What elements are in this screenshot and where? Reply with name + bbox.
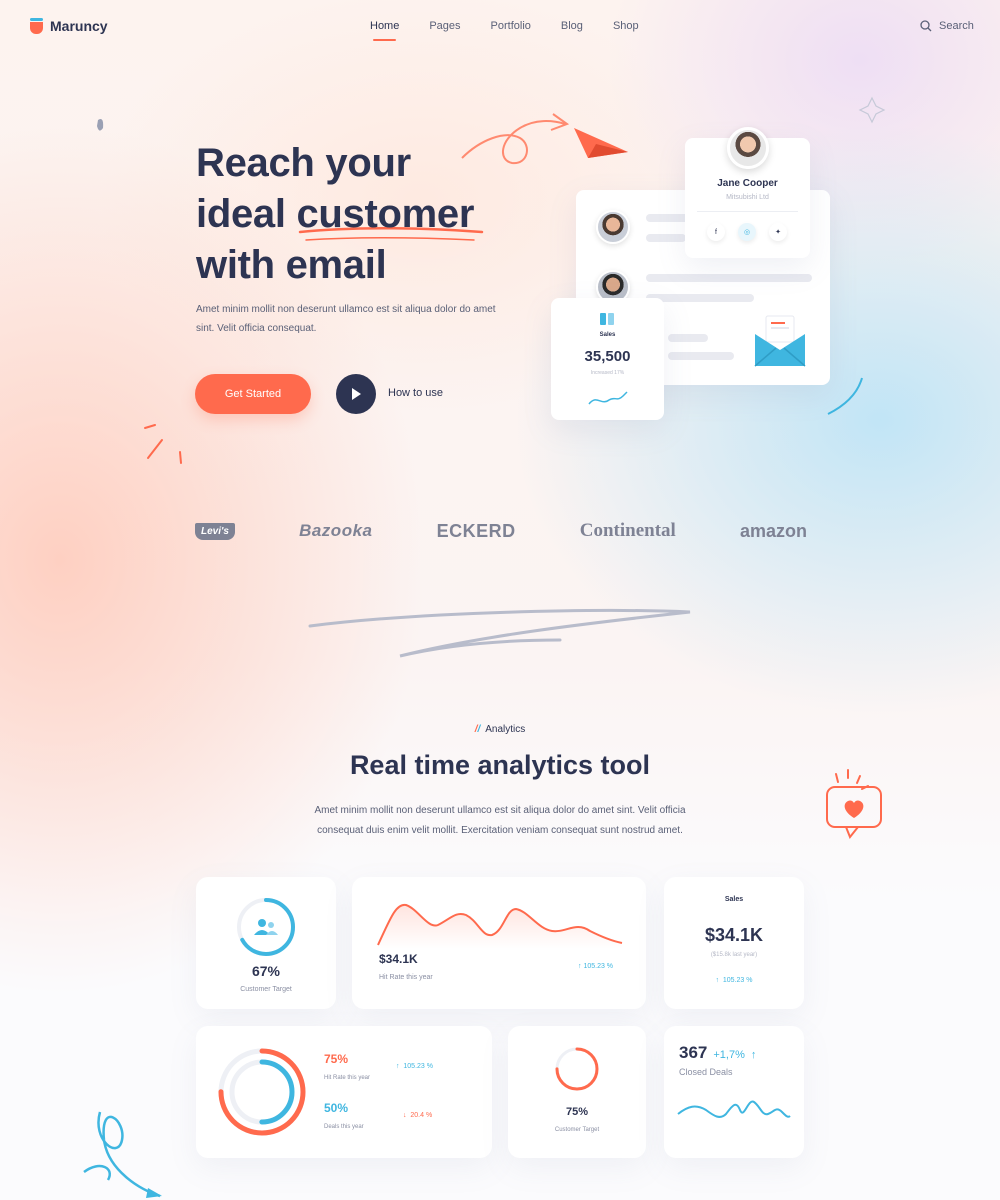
placeholder-line bbox=[668, 334, 708, 342]
customer-target-2-value: 75% bbox=[565, 1106, 589, 1118]
progress-ring bbox=[237, 898, 295, 956]
sales-card-change: ↑ 105.23 % bbox=[664, 977, 804, 984]
facebook-icon[interactable]: f bbox=[707, 223, 725, 241]
instagram-icon[interactable]: ◎ bbox=[738, 223, 756, 241]
kicker-label: Analytics bbox=[485, 724, 526, 735]
profile-name: Jane Cooper bbox=[717, 178, 778, 189]
ring-hit-rate-value: 75% bbox=[324, 1052, 349, 1066]
ring-deals-value: 50% bbox=[324, 1101, 349, 1115]
brand-logo[interactable]: Maruncy bbox=[30, 18, 108, 34]
brand-name: Maruncy bbox=[50, 18, 108, 34]
envelope-icon bbox=[754, 315, 806, 367]
arrow-down-icon: ↓ bbox=[403, 1112, 407, 1119]
sales-label: Sales bbox=[599, 332, 616, 338]
placeholder-line bbox=[646, 234, 686, 242]
logo-cup-icon bbox=[30, 18, 43, 34]
hero-description: Amet minim mollit non deserunt ullamco e… bbox=[196, 304, 496, 334]
customer-target-card: 67% Customer Target bbox=[196, 877, 336, 1009]
nav-item-portfolio[interactable]: Portfolio bbox=[491, 20, 531, 32]
levis-logo: Levi's bbox=[195, 522, 235, 540]
profile-company: Mitsubishi Ltd bbox=[726, 194, 769, 201]
continental-logo: Continental bbox=[579, 520, 676, 541]
arrow-up-icon: ↑ bbox=[715, 977, 720, 984]
nav-item-home[interactable]: Home bbox=[370, 20, 399, 41]
how-to-use-link[interactable]: How to use bbox=[388, 387, 443, 399]
progress-ring bbox=[555, 1047, 599, 1091]
placeholder-line bbox=[646, 274, 812, 282]
ring-deals-change-value: 20.4 % bbox=[410, 1112, 433, 1119]
search-button[interactable]: Search bbox=[920, 20, 974, 32]
customer-target-2-label: Customer Target bbox=[554, 1127, 600, 1133]
play-icon bbox=[352, 388, 361, 400]
arrow-up-icon: ↑ bbox=[396, 1063, 400, 1070]
sales-card-sub: ($15.8k last year) bbox=[710, 952, 758, 958]
hero-title: Reach your ideal customer with email bbox=[196, 138, 536, 291]
sales-card: Sales $34.1K ($15.8k last year) ↑ 105.23… bbox=[664, 877, 804, 1009]
customer-target-label: Customer Target bbox=[240, 986, 292, 993]
closed-deals-card: 367 +1,7% ↑ Closed Deals bbox=[664, 1026, 804, 1158]
section-title: Real time analytics tool bbox=[349, 750, 651, 780]
closed-deals-sparkline bbox=[677, 1100, 791, 1118]
closed-deals-header: 367 +1,7% ↑ bbox=[679, 1043, 756, 1063]
hero-title-line-2: ideal customer bbox=[196, 192, 475, 236]
divider bbox=[697, 211, 798, 212]
double-ring-chart bbox=[218, 1048, 306, 1136]
hit-rate-card: $34.1K Hit Rate this year ↑ 105.23 % bbox=[352, 877, 646, 1009]
sales-card-change-value: 105.23 % bbox=[722, 977, 753, 984]
rings-card: 75% Hit Rate this year ↑ 105.23 % 50% De… bbox=[196, 1026, 492, 1158]
customer-target-value: 67% bbox=[251, 963, 281, 979]
main-nav: Home Pages Portfolio Blog Shop bbox=[370, 20, 639, 41]
hero-title-line-1: Reach your bbox=[196, 141, 411, 185]
brand-logos: Levi's Bazooka ECKERD Continental amazon bbox=[195, 520, 807, 542]
ring-deals-label: Deals this year bbox=[324, 1124, 364, 1130]
ring-hit-rate-change-value: 105.23 % bbox=[403, 1063, 433, 1070]
nav-item-pages[interactable]: Pages bbox=[429, 20, 460, 32]
sales-mini-card: Sales 35,500 Increased 17% bbox=[551, 298, 664, 420]
hit-rate-value: $34.1K bbox=[379, 952, 418, 966]
sparkline bbox=[588, 391, 628, 405]
search-icon bbox=[920, 20, 932, 32]
sales-value: 35,500 bbox=[584, 348, 631, 365]
hit-rate-change-value: 105.23 % bbox=[583, 963, 614, 970]
sales-card-title: Sales bbox=[724, 896, 744, 903]
placeholder-line bbox=[668, 352, 734, 360]
profile-card: Jane Cooper Mitsubishi Ltd f ◎ ✦ bbox=[685, 127, 810, 258]
hero-title-line-3: with email bbox=[196, 243, 387, 287]
section-description: Amet minim mollit non deserunt ullamco e… bbox=[314, 805, 686, 836]
ring-deals-change: ↓ 20.4 % bbox=[403, 1112, 432, 1119]
arrow-up-icon: ↑ bbox=[578, 963, 582, 970]
closed-deals-label: Closed Deals bbox=[679, 1067, 733, 1077]
hit-rate-line-chart bbox=[377, 903, 623, 949]
arrow-up-icon: ↑ bbox=[750, 1049, 757, 1061]
ring-hit-rate-label: Hit Rate this year bbox=[324, 1075, 371, 1081]
avatar bbox=[727, 127, 769, 169]
ring-hit-rate-change: ↑ 105.23 % bbox=[396, 1063, 433, 1070]
sales-card-value: $34.1K bbox=[704, 925, 764, 945]
hit-rate-change: ↑ 105.23 % bbox=[578, 963, 613, 970]
bazooka-logo: Bazooka bbox=[299, 521, 373, 540]
search-label: Search bbox=[939, 20, 974, 32]
closed-deals-value: 367 bbox=[679, 1043, 708, 1062]
slash-icon: // bbox=[474, 724, 481, 735]
get-started-button[interactable]: Get Started bbox=[195, 374, 311, 414]
eckerd-logo: ECKERD bbox=[436, 520, 516, 541]
avatar bbox=[596, 210, 630, 244]
play-video-button[interactable] bbox=[336, 374, 376, 414]
closed-deals-change: +1,7% bbox=[713, 1049, 745, 1061]
customer-target-card-2: 75% Customer Target bbox=[508, 1026, 646, 1158]
nav-item-blog[interactable]: Blog bbox=[561, 20, 583, 32]
section-kicker: // Analytics bbox=[0, 724, 1000, 735]
nav-item-shop[interactable]: Shop bbox=[613, 20, 639, 32]
hit-rate-label: Hit Rate this year bbox=[379, 974, 433, 981]
chart-book-icon bbox=[600, 313, 614, 325]
sales-subtext: Increased 17% bbox=[590, 370, 625, 376]
amazon-logo: amazon bbox=[739, 520, 807, 541]
twitter-icon[interactable]: ✦ bbox=[769, 223, 787, 241]
